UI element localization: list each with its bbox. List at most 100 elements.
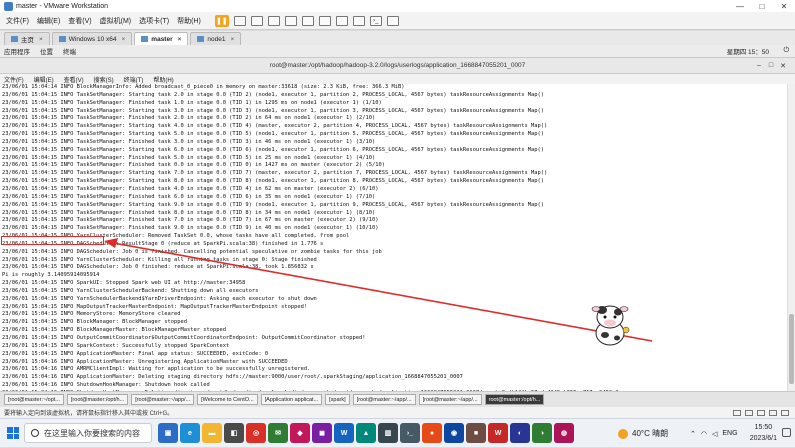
- menu-file[interactable]: 文件(F): [6, 16, 29, 26]
- terminal-line: 23/06/01 15:04:15 INFO TaskSetManager: S…: [2, 146, 544, 153]
- maximize-button[interactable]: □: [751, 0, 773, 12]
- stretch-icon[interactable]: [386, 15, 399, 26]
- send-ctrl-alt-del-icon[interactable]: [233, 15, 246, 26]
- notification-icon[interactable]: [782, 428, 791, 437]
- terminal-line: 23/06/01 15:04:15 INFO TaskSetManager: F…: [2, 209, 376, 216]
- weather-widget[interactable]: 40°C 晴朗: [618, 419, 668, 448]
- word-icon[interactable]: W: [334, 423, 354, 443]
- menu-view[interactable]: 查看(V): [68, 16, 91, 26]
- guest-window-button[interactable]: [root@master:/opt/h...: [66, 394, 129, 405]
- restore-snapshot-icon[interactable]: [267, 15, 280, 26]
- menu-help[interactable]: 帮助(H): [177, 16, 201, 26]
- terminal-output[interactable]: 23/06/01 15:04:14 INFO BlockManagerInfo:…: [0, 84, 787, 391]
- terminal-icon[interactable]: ›_: [400, 423, 420, 443]
- close-tab-icon[interactable]: ×: [178, 36, 182, 43]
- scrollbar-thumb[interactable]: [789, 314, 794, 384]
- app-icon[interactable]: ●: [422, 423, 442, 443]
- chrome-icon[interactable]: ◎: [246, 423, 266, 443]
- vm-tab-strip: 主页 × Windows 10 x64 × master × node1 ×: [0, 31, 795, 45]
- hdd-icon[interactable]: [733, 409, 741, 416]
- term-menu-view[interactable]: 查看(V): [64, 75, 84, 84]
- volume-icon[interactable]: ◁: [712, 430, 717, 438]
- term-menu-terminal[interactable]: 终端(T): [124, 75, 144, 84]
- sidebar-toggle-icon[interactable]: [301, 15, 314, 26]
- term-menu-search[interactable]: 搜索(S): [94, 75, 114, 84]
- network-icon[interactable]: [757, 409, 765, 416]
- file-explorer-icon[interactable]: ▬: [202, 423, 222, 443]
- places-menu[interactable]: 位置: [40, 46, 53, 56]
- guest-window-button[interactable]: [Application applicat...: [260, 394, 323, 405]
- term-menu-edit[interactable]: 编辑(E): [34, 75, 54, 84]
- usb-icon[interactable]: [769, 409, 777, 416]
- chevron-up-icon[interactable]: ⌃: [690, 430, 696, 438]
- app-icon[interactable]: ■: [466, 423, 486, 443]
- term-menu-file[interactable]: 文件(F): [4, 75, 24, 84]
- manage-snapshots-icon[interactable]: [284, 15, 297, 26]
- app-icon[interactable]: ▲: [356, 423, 376, 443]
- app-icon[interactable]: ◉: [444, 423, 464, 443]
- terminal-minimize-icon[interactable]: –: [753, 62, 765, 70]
- guest-window-button[interactable]: [spark]: [325, 394, 350, 405]
- guest-window-button[interactable]: [root@master:~/opt...: [4, 394, 64, 405]
- tab-windows10[interactable]: Windows 10 x64 ×: [51, 32, 133, 45]
- device-icons: [729, 409, 789, 416]
- terminal-line: 23/06/01 15:04:16 INFO ApplicationMaster…: [2, 358, 288, 365]
- terminal-line: 23/06/01 15:04:15 INFO DAGScheduler: Job…: [2, 248, 382, 255]
- close-tab-icon[interactable]: ×: [231, 36, 235, 43]
- console-view-icon[interactable]: ›_: [369, 15, 382, 26]
- edge-icon[interactable]: e: [180, 423, 200, 443]
- app-icon[interactable]: ◍: [554, 423, 574, 443]
- terminal-line: 23/06/01 15:04:16 INFO ApplicationMaster…: [2, 374, 463, 381]
- guest-window-button[interactable]: [root@master:~/app/...: [352, 394, 416, 405]
- tab-master[interactable]: master ×: [134, 32, 189, 45]
- fullscreen-icon[interactable]: [335, 15, 348, 26]
- applications-menu[interactable]: 应用程序: [4, 46, 30, 56]
- close-tab-icon[interactable]: ×: [122, 36, 126, 43]
- terminal-line: 23/06/01 15:04:14 INFO BlockManagerInfo:…: [2, 84, 405, 90]
- store-icon[interactable]: ◧: [224, 423, 244, 443]
- app-icon[interactable]: ◐: [510, 423, 530, 443]
- wifi-icon[interactable]: ◠: [701, 430, 707, 438]
- terminal-menu[interactable]: 终端: [63, 46, 76, 56]
- guest-window-button[interactable]: [root@master:~/app/...: [418, 394, 482, 405]
- tab-home[interactable]: 主页 ×: [4, 32, 50, 45]
- input-language[interactable]: ENG: [722, 430, 737, 437]
- unity-icon[interactable]: [352, 15, 365, 26]
- menu-edit[interactable]: 编辑(E): [37, 16, 60, 26]
- window-title: master - VMware Workstation: [16, 2, 109, 10]
- guest-window-button[interactable]: [Welcome to CentO...: [197, 394, 258, 405]
- terminal-close-icon[interactable]: ✕: [777, 62, 789, 70]
- tab-label: 主页: [21, 37, 34, 44]
- pause-icon[interactable]: ❚❚: [214, 14, 229, 27]
- wechat-icon[interactable]: ✉: [268, 423, 288, 443]
- menu-vm[interactable]: 虚拟机(M): [100, 16, 132, 26]
- sound-icon[interactable]: [781, 409, 789, 416]
- start-button[interactable]: [2, 422, 24, 444]
- tab-node1[interactable]: node1 ×: [190, 32, 242, 45]
- thumbnail-icon[interactable]: [318, 15, 331, 26]
- power-icon[interactable]: ⏻: [783, 47, 789, 55]
- menu-tabs[interactable]: 选项卡(T): [139, 16, 169, 26]
- close-button[interactable]: ✕: [773, 0, 795, 12]
- snapshot-icon[interactable]: [250, 15, 263, 26]
- host-clock[interactable]: 15:50 2023/6/1: [750, 422, 777, 444]
- terminal-line: 23/06/01 15:04:15 INFO TaskSetManager: F…: [2, 138, 376, 145]
- cdrom-icon[interactable]: [745, 409, 753, 416]
- app-icon[interactable]: ◼: [312, 423, 332, 443]
- app-icon[interactable]: W: [488, 423, 508, 443]
- app-icon[interactable]: ◆: [290, 423, 310, 443]
- guest-window-button[interactable]: root@master:/opt/h...: [484, 394, 545, 405]
- terminal-scrollbar[interactable]: [787, 84, 795, 391]
- guest-clock[interactable]: 星期四 15：50: [727, 46, 769, 56]
- taskbar-search[interactable]: 在这里输入你要搜索的内容: [24, 423, 152, 443]
- app-icon[interactable]: ◑: [532, 423, 552, 443]
- host-taskbar: 在这里输入你要搜索的内容 ▣ e ▬ ◧ ◎ ✉ ◆ ◼ W ▲ ▥ ›_ ● …: [0, 418, 795, 447]
- guest-window-button[interactable]: [root@master:~/app/...: [131, 394, 195, 405]
- vmware-taskbar-icon[interactable]: ▥: [378, 423, 398, 443]
- close-tab-icon[interactable]: ×: [39, 36, 43, 43]
- terminal-line: 23/06/01 15:04:15 INFO YarnClusterSchedu…: [2, 256, 317, 263]
- terminal-maximize-icon[interactable]: □: [765, 62, 777, 70]
- task-view-icon[interactable]: ▣: [158, 423, 178, 443]
- term-menu-help[interactable]: 帮助(H): [153, 75, 173, 84]
- minimize-button[interactable]: —: [729, 0, 751, 12]
